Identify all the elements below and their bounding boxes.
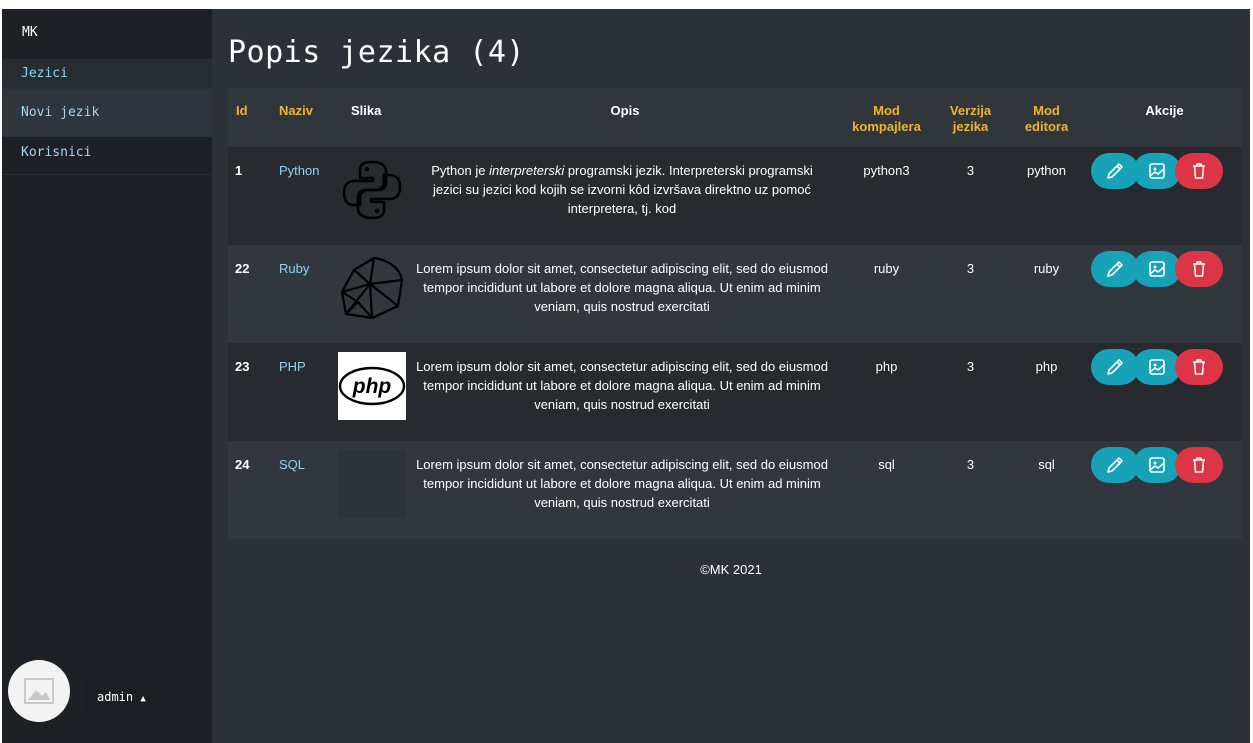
cell-mod-editora: sql [1038,457,1055,472]
cell-naziv-link[interactable]: SQL [267,441,333,539]
edit-button[interactable] [1091,251,1139,287]
header-opis: Opis [610,103,640,118]
cell-verzija: 3 [966,457,975,472]
header-verzija-jezika[interactable]: Verzija jezika [935,88,1006,147]
trash-icon [1193,163,1205,179]
delete-button[interactable] [1175,251,1223,287]
table-row: 23 PHP php Lorem ipsum dolor sit amet, c… [228,343,1242,441]
user-menu-toggle[interactable]: admin ▲ [84,680,162,714]
table-row: 1 Python Python je interpreterski progra… [228,147,1242,245]
table-row: 24 SQL Lorem ipsum dolor sit amet, conse… [228,441,1242,539]
image-icon [1149,457,1165,473]
cell-slika [333,147,412,245]
header-naziv[interactable]: Naziv [267,88,333,147]
cell-verzija: 3 [966,359,975,374]
caret-up-icon: ▲ [140,694,146,704]
cell-id: 1 [235,163,243,178]
main-content: Popis jezika (4) Id Naziv Slika Opis Mod… [212,9,1250,743]
image-button[interactable] [1133,447,1181,483]
cell-akcije [1087,343,1242,441]
cell-verzija: 3 [966,163,975,178]
header-akcije: Akcije [1145,103,1184,118]
sidebar-item-korisnici[interactable]: Korisnici [2,137,212,175]
cell-mod-editora: php [1035,359,1058,374]
header-verzija-line2: jezika [952,119,989,134]
sidebar-item-novi-jezik[interactable]: Novi jezik [2,89,212,137]
delete-button[interactable] [1175,153,1223,189]
pencil-icon [1107,163,1123,179]
cell-mod-editora: ruby [1033,261,1060,276]
username-label: admin [97,690,134,704]
image-placeholder-icon [24,678,54,704]
cell-opis: Lorem ipsum dolor sit amet, consectetur … [416,457,828,510]
python-logo-icon [342,160,402,220]
image-icon [1149,163,1165,179]
header-mod-editora-line1: Mod [1033,103,1060,118]
cell-akcije [1087,147,1242,245]
cell-opis: Lorem ipsum dolor sit amet, consectetur … [416,261,828,314]
pencil-icon [1107,261,1123,277]
sidebar: MK Jezici Novi jezik Korisnici admin ▲ [2,9,212,743]
cell-mod-kompajlera: python3 [863,163,910,178]
table-row: 22 Ruby Lorem ipsum dolor sit amet, cons… [228,245,1242,343]
avatar[interactable] [8,660,70,722]
cell-mod-kompajlera: php [875,359,898,374]
php-logo-icon: php [338,352,406,420]
image-button[interactable] [1133,251,1181,287]
empty-image-icon [338,450,406,518]
cell-id: 22 [235,261,250,276]
brand[interactable]: MK [2,9,212,59]
sidebar-item-jezici[interactable]: Jezici [2,59,212,89]
cell-verzija: 3 [966,261,975,276]
cell-mod-editora: python [1026,163,1067,178]
ruby-gem-logo-icon [340,256,404,320]
trash-icon [1193,359,1205,375]
image-icon [1149,359,1165,375]
cell-slika [333,245,412,343]
cell-mod-kompajlera: ruby [873,261,900,276]
delete-button[interactable] [1175,447,1223,483]
cell-naziv-link[interactable]: Python [267,147,333,245]
footer: ©MK 2021 [700,562,762,577]
edit-button[interactable] [1091,349,1139,385]
cell-naziv-link[interactable]: Ruby [267,245,333,343]
cell-slika [333,441,412,539]
page-title: Popis jezika (4) [228,35,525,70]
edit-button[interactable] [1091,153,1139,189]
pencil-icon [1107,457,1123,473]
delete-button[interactable] [1175,349,1223,385]
cell-opis: Python je interpreterski programski jezi… [412,147,838,245]
image-button[interactable] [1133,153,1181,189]
header-slika: Slika [351,103,382,118]
cell-naziv-link[interactable]: PHP [267,343,333,441]
table-header-row: Id Naziv Slika Opis Mod kompajlera Verzi… [228,88,1242,147]
languages-table: Id Naziv Slika Opis Mod kompajlera Verzi… [228,88,1242,539]
cell-opis: Lorem ipsum dolor sit amet, consectetur … [416,359,828,412]
cell-id: 24 [235,457,250,472]
cell-akcije [1087,245,1242,343]
cell-mod-kompajlera: sql [878,457,895,472]
opis-text-pre: Python je [431,163,490,178]
edit-button[interactable] [1091,447,1139,483]
cell-slika: php [333,343,412,441]
header-verzija-line1: Verzija [949,103,992,118]
image-icon [1149,261,1165,277]
pencil-icon [1107,359,1123,375]
app-frame: MK Jezici Novi jezik Korisnici admin ▲ P… [2,9,1250,743]
trash-icon [1193,261,1205,277]
cell-id: 23 [235,359,250,374]
cell-akcije [1087,441,1242,539]
header-mod-editora-line2: editora [1024,119,1069,134]
header-mod-editora[interactable]: Mod editora [1006,88,1087,147]
header-id[interactable]: Id [228,88,267,147]
header-mod-kompajlera-line2: kompajlera [852,119,921,134]
header-mod-kompajlera[interactable]: Mod kompajlera [838,88,935,147]
opis-text-em: interpreterski [489,163,565,178]
trash-icon [1193,457,1205,473]
header-mod-kompajlera-line1: Mod [873,103,900,118]
image-button[interactable] [1133,349,1181,385]
php-logo-text: php [352,375,392,398]
